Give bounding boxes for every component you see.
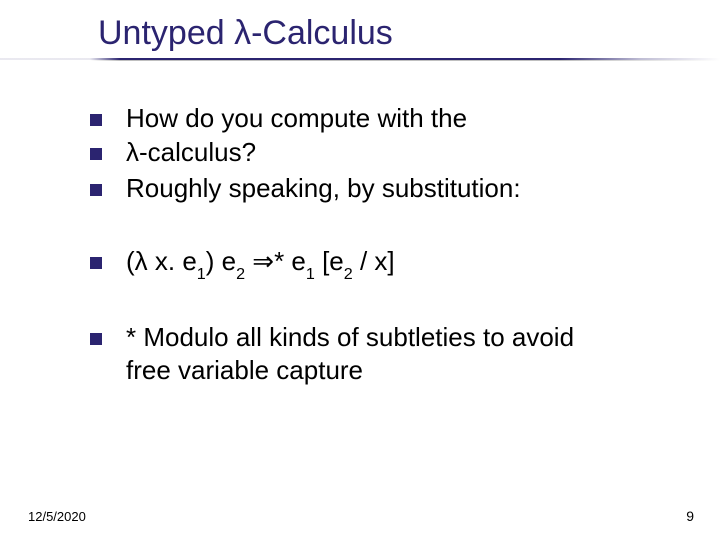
title-wrap: Untyped λ-Calculus (98, 14, 393, 53)
square-bullet-icon (90, 114, 102, 126)
bullet-text-formula: (λ x. e1) e2 ⇒* e1 [e2 / x] (126, 245, 670, 282)
title-underline (0, 58, 720, 62)
content-area: How do you compute with the λ-calculus? … (90, 102, 670, 388)
square-bullet-icon (90, 184, 102, 196)
bullet-text: free variable capture (126, 354, 670, 388)
square-bullet-icon (90, 333, 102, 345)
bullet-item-4: * Modulo all kinds of subtleties to avoi… (90, 321, 670, 355)
slide: Untyped λ-Calculus How do you compute wi… (0, 0, 720, 540)
page-number: 9 (686, 508, 694, 524)
subscript: 1 (306, 265, 315, 283)
bullet-item-1-cont: λ-calculus? (90, 136, 670, 170)
bullet-text: λ-calculus? (126, 136, 670, 170)
footer-date: 12/5/2020 (28, 509, 86, 524)
bullet-item-2: Roughly speaking, by substitution: (90, 172, 670, 206)
formula-part: ⇒* e (245, 246, 306, 276)
underline-shadow (0, 60, 720, 61)
bullet-text: * Modulo all kinds of subtleties to avoi… (126, 321, 670, 355)
bullet-text: Roughly speaking, by substitution: (126, 172, 670, 206)
square-bullet-icon (90, 148, 102, 160)
square-bullet-icon (90, 257, 102, 269)
bullet-item-4-cont: free variable capture (90, 354, 670, 388)
formula-part: ) e (206, 246, 236, 276)
bullet-text: How do you compute with the (126, 102, 670, 136)
subscript: 2 (344, 265, 353, 283)
formula-part: (λ x. e (126, 246, 197, 276)
spacer (90, 205, 670, 245)
formula-part: [e (315, 246, 344, 276)
formula-part: / x] (353, 246, 395, 276)
subscript: 1 (197, 265, 206, 283)
slide-title: Untyped λ-Calculus (98, 14, 393, 53)
subscript: 2 (236, 265, 245, 283)
spacer (90, 283, 670, 321)
bullet-item-3: (λ x. e1) e2 ⇒* e1 [e2 / x] (90, 245, 670, 282)
bullet-item-1: How do you compute with the (90, 102, 670, 136)
